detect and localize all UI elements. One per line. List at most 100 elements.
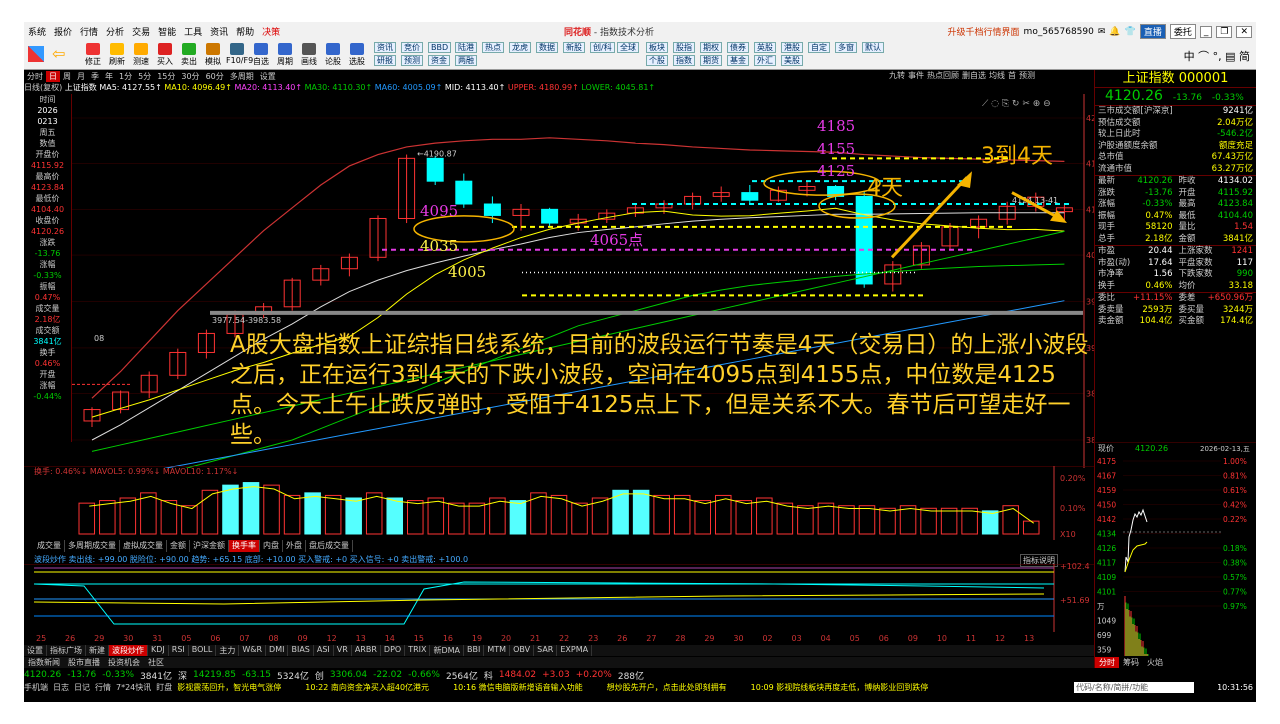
toolbar-btn-4[interactable]: 卖出 — [178, 42, 200, 67]
volume-bar[interactable] — [201, 489, 219, 535]
mini-tab-2[interactable]: 火焰 — [1143, 657, 1167, 668]
vol-tab-5[interactable]: 换手率 — [229, 540, 260, 552]
volume-bar[interactable] — [714, 494, 732, 535]
mini-tab-1[interactable]: 筹码 — [1119, 657, 1143, 668]
period-tool-5[interactable]: 首 — [1008, 70, 1016, 81]
ind-tab-10[interactable]: BIAS — [288, 645, 314, 656]
ind-tab-2[interactable]: 新建 — [86, 645, 109, 656]
toolbar-link2-2[interactable]: 资金 — [428, 55, 450, 66]
candle[interactable] — [83, 407, 101, 428]
news-left-2[interactable]: 日记 — [74, 682, 90, 693]
ind-tab-12[interactable]: VR — [334, 645, 352, 656]
info-tab-3[interactable]: 社区 — [144, 657, 168, 668]
ind-tab-4[interactable]: KDJ — [148, 645, 169, 656]
vol-tab-7[interactable]: 外盘 — [283, 540, 306, 552]
ind-tab-6[interactable]: BOLL — [189, 645, 217, 656]
toolbar-right-4[interactable]: 英股 — [754, 42, 776, 53]
period-11[interactable]: 多周期 — [227, 71, 257, 82]
toolbar-link2-0[interactable]: 研报 — [374, 55, 396, 66]
period-tool-1[interactable]: 事件 — [908, 70, 924, 81]
volume-bar[interactable] — [632, 489, 650, 535]
toolbar-right2-3[interactable]: 基金 — [727, 55, 749, 66]
toolbar-btn-0[interactable]: 修正 — [82, 42, 104, 67]
volume-bar[interactable] — [324, 494, 342, 535]
candle[interactable] — [884, 261, 902, 292]
intraday-minichart[interactable]: 现价 4120.26 2026-02-13,五 4175 4167 4159 4150 414… — [1095, 442, 1256, 664]
toolbar-link-7[interactable]: 新股 — [563, 42, 585, 53]
news-item[interactable]: 想炒股先开户，点击此处即刻拥有 — [607, 682, 727, 693]
period-8[interactable]: 15分 — [154, 71, 178, 82]
candle[interactable] — [398, 154, 416, 224]
volume-bar[interactable] — [756, 497, 773, 535]
candle[interactable] — [369, 215, 387, 262]
period-4[interactable]: 季 — [88, 71, 102, 82]
toolbar-link-1[interactable]: 竞价 — [401, 42, 423, 53]
volume-bar[interactable] — [160, 500, 178, 535]
volume-bar[interactable] — [140, 492, 157, 535]
candle[interactable] — [626, 204, 644, 217]
volume-bar[interactable] — [263, 484, 280, 535]
volume-bar[interactable] — [550, 494, 568, 535]
volume-bar[interactable] — [304, 492, 321, 535]
ind-tab-14[interactable]: DPO — [381, 645, 406, 656]
menu-market[interactable]: 行情 — [76, 25, 102, 38]
candle[interactable] — [684, 192, 702, 210]
volume-bar[interactable] — [407, 500, 424, 535]
toolbar-right-3[interactable]: 债券 — [727, 42, 749, 53]
toolbar-btn-8[interactable]: 周期 — [274, 42, 296, 67]
period-9[interactable]: 30分 — [178, 71, 202, 82]
period-3[interactable]: 月 — [74, 71, 88, 82]
toolbar-btn-7[interactable]: 自选 — [250, 42, 272, 67]
menu-system[interactable]: 系统 — [24, 25, 50, 38]
news-left-1[interactable]: 日志 — [53, 682, 69, 693]
indicator-chart[interactable] — [24, 564, 1094, 632]
ind-tab-18[interactable]: MTM — [484, 645, 511, 656]
period-5[interactable]: 年 — [102, 71, 116, 82]
vol-tab-8[interactable]: 盘后成交量 — [306, 540, 353, 552]
toolbar-btn-2[interactable]: 测速 — [130, 42, 152, 67]
vol-tab-4[interactable]: 沪深金额 — [190, 540, 229, 552]
volume-bar[interactable] — [222, 484, 239, 535]
ind-tab-21[interactable]: EXPMA — [557, 645, 593, 656]
ind-tab-11[interactable]: ASI — [314, 645, 334, 656]
volume-bar[interactable] — [920, 507, 937, 535]
toolbar-btn-3[interactable]: 买入 — [154, 42, 176, 67]
candle[interactable] — [197, 329, 215, 359]
code-search-input[interactable]: 代码/名称/简拼/功能 — [1074, 682, 1194, 693]
news-item[interactable]: 10:09 影视院线板块再度走低，博纳影业回到跌停 — [751, 682, 929, 693]
toolbar-right-5[interactable]: 港股 — [781, 42, 803, 53]
news-left-4[interactable]: 7*24快讯 — [116, 682, 151, 693]
volume-bar[interactable] — [653, 494, 670, 535]
volume-bar[interactable] — [817, 502, 835, 535]
volume-bar[interactable] — [99, 500, 116, 535]
toolbar-link-2[interactable]: BBD — [428, 42, 452, 53]
period-0[interactable]: 分时 — [24, 71, 46, 82]
mini-tab-0[interactable]: 分时 — [1095, 657, 1119, 668]
info-tab-0[interactable]: 指数新闻 — [24, 657, 64, 668]
volume-bar[interactable] — [242, 482, 260, 535]
candle[interactable] — [140, 371, 158, 399]
news-left-5[interactable]: 盯盘 — [156, 682, 172, 693]
menu-quote[interactable]: 报价 — [50, 25, 76, 38]
volume-bar[interactable] — [776, 502, 794, 535]
toolbar-right-2[interactable]: 期权 — [700, 42, 722, 53]
ind-tab-20[interactable]: SAR — [534, 645, 558, 656]
menu-analysis[interactable]: 分析 — [102, 25, 128, 38]
news-item[interactable]: 影视震荡回升，智光电气涨停 — [177, 682, 281, 693]
mail-icon[interactable]: ✉ — [1098, 27, 1106, 37]
chart-mode-label[interactable]: 日线(复权) — [24, 83, 62, 92]
period-12[interactable]: 设置 — [257, 71, 279, 82]
toolbar-right2-0[interactable]: 个股 — [646, 55, 668, 66]
period-1[interactable]: 日 — [46, 70, 60, 82]
news-item[interactable]: 10:22 南向资金净买入超40亿港元 — [305, 682, 429, 693]
period-tool-6[interactable]: 预测 — [1019, 70, 1035, 81]
news-item[interactable]: 10:16 微信电脑版新增语音输入功能 — [453, 682, 583, 693]
candle[interactable] — [340, 253, 358, 277]
minimize-button[interactable]: _ — [1199, 25, 1213, 38]
period-7[interactable]: 5分 — [135, 71, 154, 82]
ind-tab-3[interactable]: 波段炒作 — [109, 645, 148, 656]
ind-tab-19[interactable]: OBV — [510, 645, 535, 656]
vol-tab-6[interactable]: 内盘 — [260, 540, 283, 552]
volume-bar[interactable] — [735, 500, 753, 535]
menu-help[interactable]: 帮助 — [232, 25, 258, 38]
